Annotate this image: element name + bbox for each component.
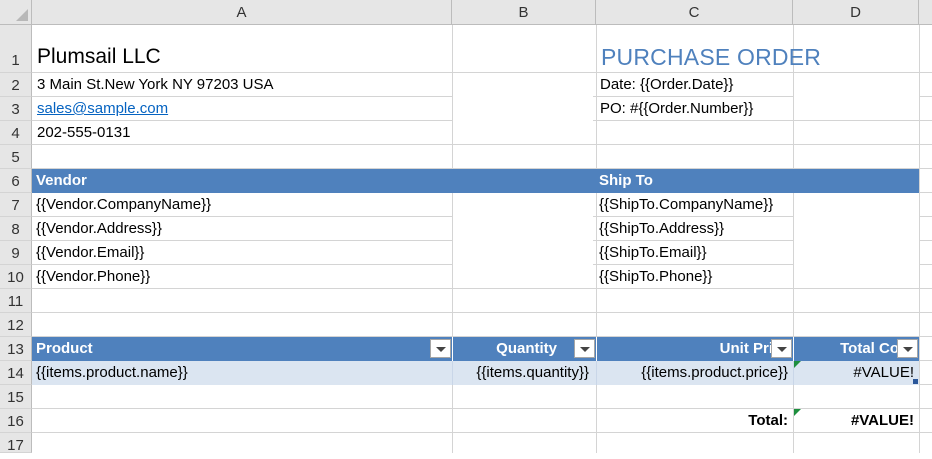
- filter-dropdown-product[interactable]: [430, 339, 451, 358]
- shipto-address[interactable]: {{ShipTo.Address}}: [599, 217, 724, 241]
- gridline-v: [919, 25, 920, 453]
- total-value[interactable]: #VALUE!: [797, 409, 914, 433]
- row-header-15[interactable]: 15: [0, 385, 32, 409]
- header-divider: [596, 337, 597, 361]
- chevron-down-icon: [580, 347, 590, 352]
- gridline-h: [32, 288, 932, 289]
- vendor-address[interactable]: {{Vendor.Address}}: [36, 217, 162, 241]
- row-header-5[interactable]: 5: [0, 145, 32, 169]
- chevron-down-icon: [903, 347, 913, 352]
- header-divider: [793, 337, 794, 361]
- row-header-10[interactable]: 10: [0, 265, 32, 289]
- column-header-d[interactable]: D: [793, 0, 919, 25]
- company-email-link[interactable]: sales@sample.com: [37, 97, 168, 121]
- ship-to-header[interactable]: Ship To: [599, 169, 653, 193]
- table-header-product[interactable]: Product: [36, 337, 93, 361]
- row-header-14[interactable]: 14: [0, 361, 32, 385]
- table-header-unit-price[interactable]: Unit Pri: [600, 337, 773, 361]
- column-header-a[interactable]: A: [32, 0, 452, 25]
- column-header-e-partial[interactable]: [919, 0, 932, 25]
- gridline-v: [596, 361, 597, 385]
- row-header-17[interactable]: 17: [0, 433, 32, 454]
- row-product-name[interactable]: {{items.product.name}}: [36, 361, 188, 385]
- row-header-3[interactable]: 3: [0, 97, 32, 121]
- row-quantity[interactable]: {{items.quantity}}: [456, 361, 589, 385]
- chevron-down-icon: [436, 347, 446, 352]
- shipto-email[interactable]: {{ShipTo.Email}}: [599, 241, 707, 265]
- row-header-16[interactable]: 16: [0, 409, 32, 433]
- gridline-v: [452, 361, 453, 385]
- chevron-down-icon: [777, 347, 787, 352]
- row-unit-price[interactable]: {{items.product.price}}: [600, 361, 788, 385]
- column-header-c[interactable]: C: [596, 0, 793, 25]
- table-resize-handle[interactable]: [913, 379, 918, 384]
- vendor-email[interactable]: {{Vendor.Email}}: [36, 241, 144, 265]
- table-header-total-cost[interactable]: Total Co: [797, 337, 899, 361]
- filter-dropdown-total-cost[interactable]: [897, 339, 918, 358]
- row-header-6[interactable]: 6: [0, 169, 32, 193]
- purchase-order-title[interactable]: PURCHASE ORDER: [601, 44, 821, 73]
- total-label[interactable]: Total:: [600, 409, 788, 433]
- company-address[interactable]: 3 Main St.New York NY 97203 USA: [37, 73, 274, 97]
- error-indicator-icon: [794, 361, 801, 368]
- company-name[interactable]: Plumsail LLC: [37, 44, 161, 73]
- merged-area-cover: [453, 26, 593, 72]
- row-header-13[interactable]: 13: [0, 337, 32, 361]
- merged-area-cover: [794, 193, 919, 288]
- filter-dropdown-unit-price[interactable]: [771, 339, 792, 358]
- row-total-cost[interactable]: #VALUE!: [797, 361, 914, 385]
- spreadsheet-grid[interactable]: A B C D 1 2 3 4 5 6 7 8 9 10 11 12 13 14…: [0, 0, 932, 454]
- row-header-7[interactable]: 7: [0, 193, 32, 217]
- header-divider: [452, 337, 453, 361]
- vendor-company[interactable]: {{Vendor.CompanyName}}: [36, 193, 211, 217]
- order-date[interactable]: Date: {{Order.Date}}: [600, 73, 733, 97]
- row-header-filler: [0, 25, 32, 44]
- select-all-corner[interactable]: [0, 0, 32, 25]
- merged-area-cover: [453, 73, 593, 144]
- select-all-icon: [16, 9, 28, 21]
- table-header-quantity[interactable]: Quantity: [456, 337, 557, 361]
- shipto-phone[interactable]: {{ShipTo.Phone}}: [599, 265, 712, 289]
- shipto-company[interactable]: {{ShipTo.CompanyName}}: [599, 193, 773, 217]
- column-header-b[interactable]: B: [452, 0, 596, 25]
- row-header-2[interactable]: 2: [0, 73, 32, 97]
- merged-area-cover: [453, 193, 593, 288]
- filter-dropdown-quantity[interactable]: [574, 339, 595, 358]
- row-header-1[interactable]: 1: [0, 44, 32, 73]
- error-indicator-icon: [794, 409, 801, 416]
- gridline-v: [596, 25, 597, 453]
- vendor-shipto-header-band: [32, 169, 919, 193]
- row-header-8[interactable]: 8: [0, 217, 32, 241]
- row-header-12[interactable]: 12: [0, 313, 32, 337]
- row-header-4[interactable]: 4: [0, 121, 32, 145]
- row-header-11[interactable]: 11: [0, 289, 32, 313]
- order-number[interactable]: PO: #{{Order.Number}}: [600, 97, 753, 121]
- gridline-h: [32, 312, 932, 313]
- vendor-phone[interactable]: {{Vendor.Phone}}: [36, 265, 150, 289]
- row-header-9[interactable]: 9: [0, 241, 32, 265]
- vendor-header[interactable]: Vendor: [36, 169, 87, 193]
- merged-area-cover: [794, 73, 919, 120]
- company-phone[interactable]: 202-555-0131: [37, 121, 130, 145]
- gridline-h: [32, 144, 932, 145]
